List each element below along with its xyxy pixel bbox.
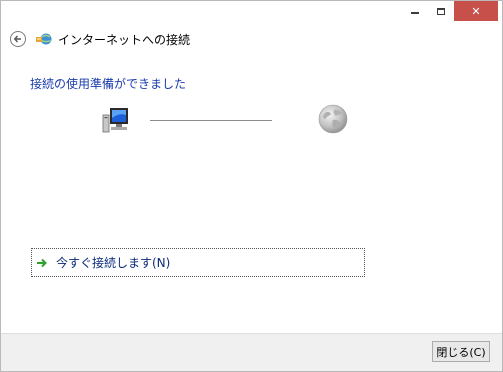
connection-wizard-window: ✕ インターネットへの接続 接続の使用準備ができました 今すぐ接続します(N) … — [0, 0, 503, 372]
connection-line — [150, 120, 272, 121]
close-button[interactable]: 閉じる(C) — [432, 341, 490, 362]
minimize-icon — [411, 12, 419, 14]
maximize-button[interactable] — [428, 1, 454, 21]
back-button[interactable] — [10, 31, 26, 47]
globe-icon — [318, 104, 348, 134]
back-arrow-icon — [13, 35, 21, 43]
close-icon: ✕ — [471, 4, 481, 18]
close-window-button[interactable]: ✕ — [454, 1, 498, 21]
window-title: インターネットへの接続 — [58, 32, 191, 47]
network-wizard-icon — [36, 33, 52, 45]
computer-icon — [102, 108, 128, 133]
caption-buttons: ✕ — [402, 1, 498, 21]
maximize-icon — [437, 7, 445, 15]
page-heading: 接続の使用準備ができました — [30, 77, 187, 91]
footer-bar: 閉じる(C) — [1, 333, 502, 371]
connect-now-option[interactable]: 今すぐ接続します(N) — [31, 248, 365, 277]
green-arrow-icon — [37, 258, 47, 267]
minimize-button[interactable] — [402, 1, 428, 21]
wizard-nav-row: インターネットへの接続 — [10, 28, 190, 50]
connect-now-label: 今すぐ接続します(N) — [56, 256, 171, 270]
